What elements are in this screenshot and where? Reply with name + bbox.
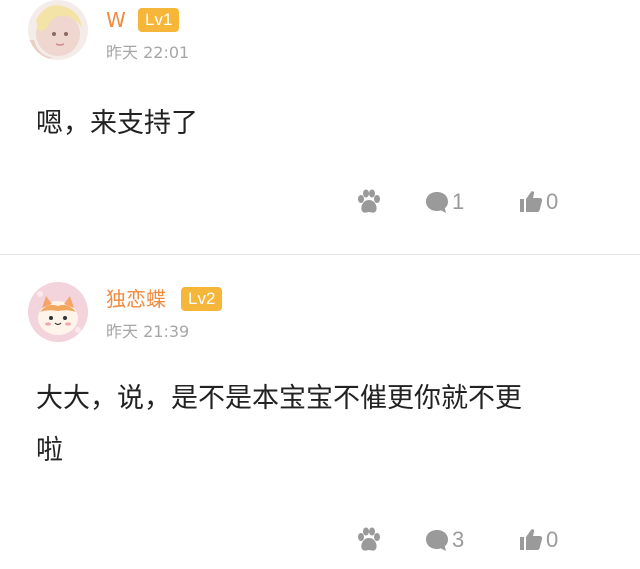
avatar[interactable] (28, 282, 88, 342)
comment-bubble-icon (424, 189, 450, 215)
comment-text: 大大，说，是不是本宝宝不催更你就不更 啦 (36, 383, 522, 466)
level-badge: Lv2 (181, 287, 223, 311)
reward-button[interactable] (354, 522, 384, 558)
like-count: 0 (546, 527, 559, 552)
username[interactable]: W (106, 8, 126, 32)
level-badge: Lv1 (138, 8, 180, 32)
reply-count: 1 (452, 189, 465, 214)
paw-icon (354, 525, 384, 555)
like-button[interactable]: 0 (518, 184, 558, 220)
paw-icon (354, 187, 384, 217)
timestamp: 昨天 21:39 (106, 322, 190, 341)
comment-actions: 3 0 (0, 522, 640, 558)
comment-item: W Lv1 昨天 22:01 嗯，来支持了 1 0 (0, 0, 640, 254)
thumbs-up-icon (518, 189, 544, 215)
like-button[interactable]: 0 (518, 522, 558, 558)
comment-item: 独恋蝶 Lv2 昨天 21:39 大大，说，是不是本宝宝不催更你就不更 啦 3 (0, 255, 640, 569)
username[interactable]: 独恋蝶 (106, 287, 166, 311)
avatar[interactable] (28, 0, 88, 60)
thumbs-up-icon (518, 527, 544, 553)
reply-count: 3 (452, 527, 465, 552)
comment-actions: 1 0 (0, 184, 640, 220)
reward-button[interactable] (354, 184, 384, 220)
comment-text: 嗯，来支持了 (36, 108, 198, 139)
comment-bubble-icon (424, 527, 450, 553)
like-count: 0 (546, 189, 559, 214)
reply-button[interactable]: 3 (424, 522, 464, 558)
timestamp: 昨天 22:01 (106, 43, 190, 62)
reply-button[interactable]: 1 (424, 184, 464, 220)
